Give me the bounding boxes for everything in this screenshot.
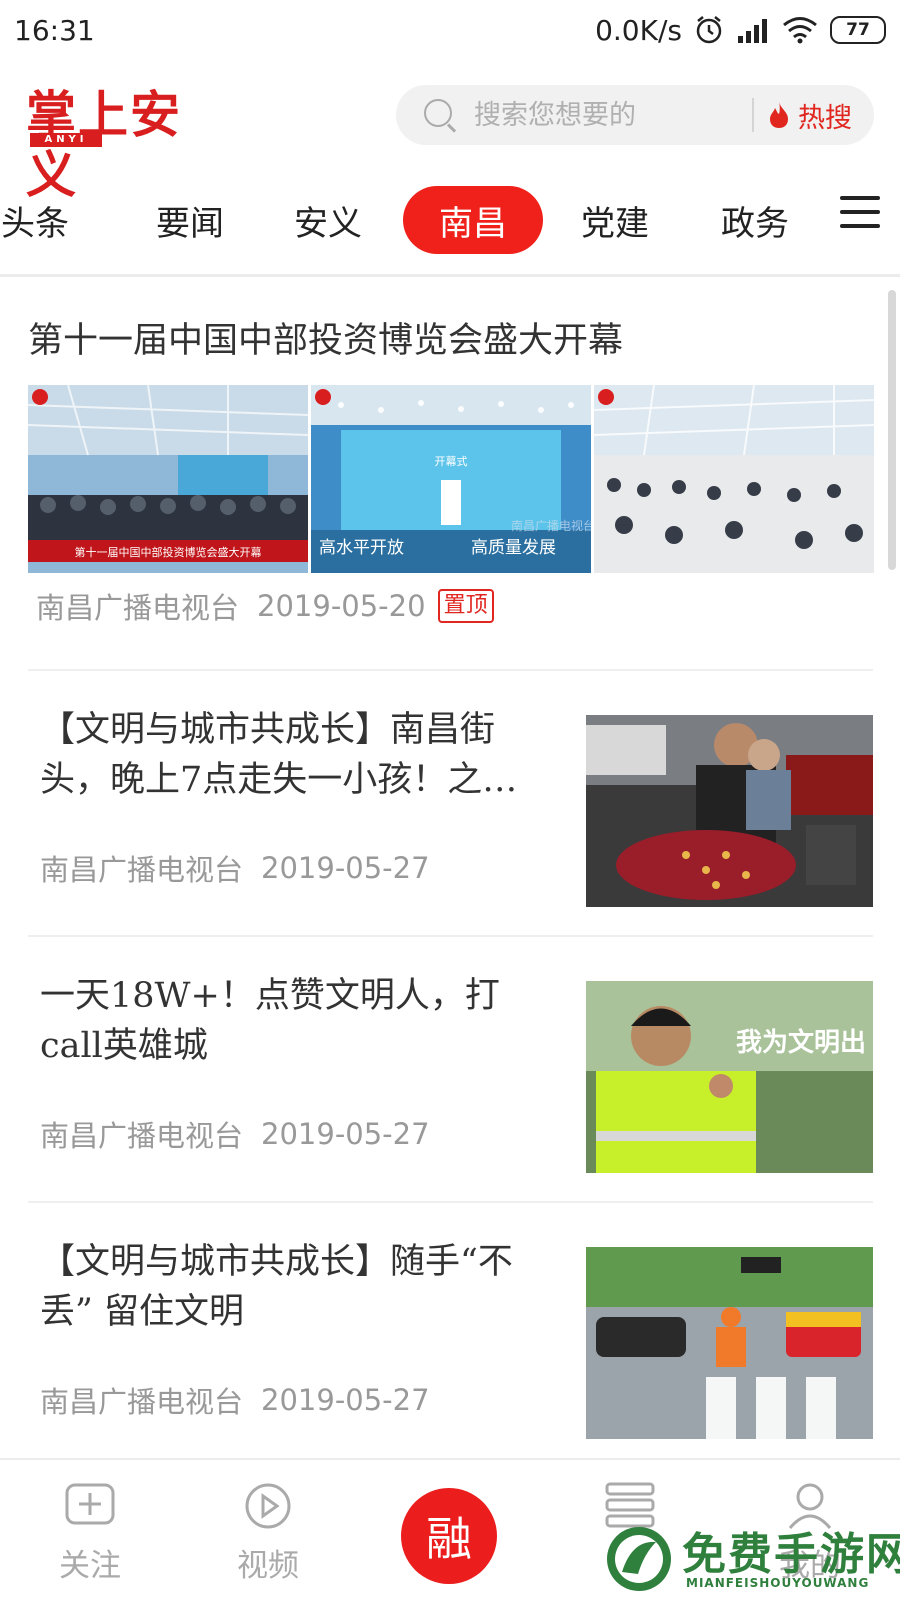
- article-image-row: 第十一届中国中部投资博览会盛大开幕 开幕式 高水平开放 高质量发展 南昌广播电视…: [28, 385, 874, 573]
- watermark-logo: [607, 1527, 671, 1591]
- hot-search-label: 热搜: [798, 102, 852, 134]
- nav-label: 视频: [237, 1548, 299, 1584]
- play-icon: [245, 1483, 291, 1529]
- status-time: 16:31: [14, 13, 95, 47]
- article-image: 开幕式 高水平开放 高质量发展 南昌广播电视台: [311, 385, 591, 573]
- scrollbar[interactable]: [888, 290, 896, 570]
- hot-search-button[interactable]: 热搜: [768, 96, 852, 135]
- list-item[interactable]: 【文明与城市共成长】随手“不丢” 留住文明 南昌广播电视台 2019-05-27: [28, 1201, 873, 1473]
- image-text: 我为文明出: [736, 1027, 866, 1058]
- wifi-icon: [783, 17, 817, 44]
- article-title: 【文明与城市共成长】随手“不丢” 留住文明: [40, 1242, 513, 1332]
- watermark: 免费手游网 MIANFEISHOUYOUWANG: [600, 1518, 900, 1600]
- article-date: 2019-05-27: [261, 1383, 430, 1417]
- app-logo: 掌上安义 ANYI: [26, 85, 226, 204]
- flame-icon: [770, 102, 788, 128]
- tab-government[interactable]: 政务: [685, 186, 825, 254]
- watermark-text: 免费手游网: [682, 1529, 900, 1580]
- tab-label: 头条: [1, 203, 69, 244]
- tab-label: 党建: [581, 203, 649, 244]
- tab-label: 安义: [294, 203, 362, 244]
- article-title: 【文明与城市共成长】南昌街头，晚上7点走失一小孩！之…: [40, 710, 518, 800]
- status-icons: 0.0K/s 77: [595, 14, 886, 47]
- image-caption: 高水平开放: [319, 538, 404, 558]
- article-thumbnail: 我为文明出: [586, 981, 873, 1173]
- article-source: 南昌广播电视台: [40, 1119, 244, 1153]
- watermark-subtext: MIANFEISHOUYOUWANG: [686, 1576, 870, 1590]
- article-date: 2019-05-27: [261, 851, 430, 885]
- battery-icon: 77: [830, 16, 886, 44]
- center-label: 融: [426, 1512, 472, 1566]
- battery-level: 77: [846, 20, 870, 40]
- app-header: 掌上安义 ANYI 热搜: [0, 60, 900, 204]
- article-thumbnail: [586, 1247, 873, 1439]
- tab-nanchang[interactable]: 南昌: [403, 186, 543, 254]
- pinned-badge: 置顶: [437, 589, 494, 623]
- search-bar[interactable]: 热搜: [396, 85, 874, 145]
- article-meta: 南昌广播电视台 2019-05-20 置顶: [36, 585, 494, 627]
- article-meta: 南昌广播电视台 2019-05-27: [40, 1379, 430, 1421]
- channel-tabs: 头条 要闻 安义 南昌 党建 政务: [0, 182, 900, 262]
- tab-news[interactable]: 要闻: [120, 186, 260, 254]
- nav-follow[interactable]: 关注: [20, 1460, 160, 1600]
- tab-label: 南昌: [439, 203, 507, 244]
- search-input[interactable]: [474, 99, 738, 131]
- image-caption: 第十一届中国中部投资博览会盛大开幕: [75, 545, 262, 559]
- status-bar: 16:31 0.0K/s 77: [0, 0, 900, 60]
- image-caption: 开幕式: [435, 454, 468, 468]
- image-caption: 南昌广播电视台: [511, 518, 591, 533]
- menu-icon[interactable]: [840, 196, 880, 232]
- article-meta: 南昌广播电视台 2019-05-27: [40, 847, 430, 889]
- alarm-icon: [696, 16, 722, 44]
- nav-video[interactable]: 视频: [198, 1460, 338, 1600]
- media-center-button[interactable]: 融: [401, 1488, 497, 1584]
- tab-label: 要闻: [156, 203, 224, 244]
- article-meta: 南昌广播电视台 2019-05-27: [40, 1113, 430, 1155]
- tab-anyi[interactable]: 安义: [258, 186, 398, 254]
- tab-party[interactable]: 党建: [545, 186, 685, 254]
- list-item[interactable]: 【文明与城市共成长】南昌街头，晚上7点走失一小孩！之… 南昌广播电视台 2019…: [28, 669, 873, 941]
- article-source: 南昌广播电视台: [36, 591, 240, 625]
- logo-subtext: ANYI: [30, 133, 102, 147]
- article-title: 第十一届中国中部投资博览会盛大开幕: [28, 321, 624, 361]
- tab-headlines[interactable]: 头条: [0, 186, 90, 254]
- search-divider: [752, 98, 754, 132]
- tab-label: 政务: [721, 203, 789, 244]
- article-date: 2019-05-27: [261, 1117, 430, 1151]
- article-image: 第十一届中国中部投资博览会盛大开幕: [28, 385, 308, 573]
- article-date: 2019-05-20: [257, 589, 426, 623]
- article-image: [594, 385, 874, 573]
- pinned-article[interactable]: 第十一届中国中部投资博览会盛大开幕 第十一届中国中部投资博览会盛大开幕 开幕式 …: [28, 277, 874, 667]
- article-source: 南昌广播电视台: [40, 1385, 244, 1419]
- follow-icon: [65, 1483, 115, 1525]
- search-icon: [422, 97, 458, 133]
- network-speed: 0.0K/s: [595, 13, 682, 47]
- signal-icon: [738, 19, 767, 43]
- list-item[interactable]: 一天18W+！点赞文明人，打call英雄城 南昌广播电视台 2019-05-27…: [28, 935, 873, 1207]
- article-thumbnail: [586, 715, 873, 907]
- article-title: 一天18W+！点赞文明人，打call英雄城: [40, 976, 500, 1066]
- nav-label: 关注: [59, 1548, 121, 1584]
- image-caption: 高质量发展: [471, 538, 556, 558]
- article-source: 南昌广播电视台: [40, 853, 244, 887]
